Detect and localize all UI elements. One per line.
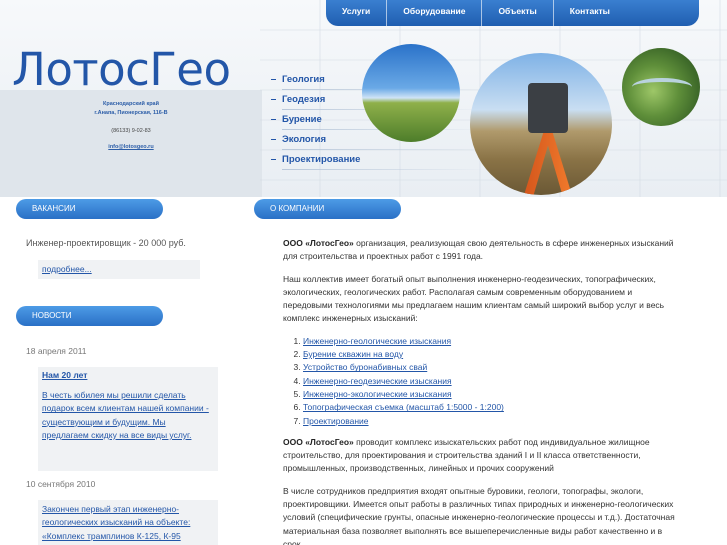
company-address: Краснодарский край г.Анапа, Пионерская, … — [0, 100, 262, 118]
list-item: Топографическая съемка (масштаб 1:5000 -… — [303, 401, 683, 414]
address-street: г.Анапа, Пионерская, 116-В — [94, 110, 168, 116]
nav-contacts[interactable]: Контакты — [554, 0, 626, 26]
list-item: Устройство буронабивных свай — [303, 361, 683, 374]
site-logo[interactable]: ЛотосГео — [12, 44, 231, 96]
news-date: 18 апреля 2011 — [26, 346, 87, 356]
news-title-link[interactable]: Закончен первый этап инженерно-геологиче… — [42, 503, 214, 543]
menu-item-design[interactable]: Проектирование — [268, 150, 488, 170]
list-item: Проектирование — [303, 415, 683, 428]
about-intro: ООО «ЛотосГео» организация, реализующая … — [283, 237, 683, 264]
vacancies-heading[interactable]: ВАКАНСИИ — [16, 199, 163, 219]
news-body-link[interactable]: В честь юбилея мы решили сделать подарок… — [42, 389, 214, 442]
menu-item-ecology[interactable]: Экология — [268, 130, 488, 150]
news-item: Нам 20 лет В честь юбилея мы решили сдел… — [38, 367, 218, 471]
service-link[interactable]: Проектирование — [303, 416, 369, 426]
news-item: Закончен первый этап инженерно-геологиче… — [38, 500, 218, 545]
about-paragraph: ООО «ЛотосГео» проводит комплекс изыскат… — [283, 436, 683, 476]
vacancy-more-link[interactable]: подробнее... — [42, 264, 92, 274]
about-paragraph: В числе сотрудников предприятия входят о… — [283, 485, 675, 545]
top-navigation: Услуги Оборудование Объекты Контакты — [326, 0, 699, 26]
about-paragraph: Наш коллектив имеет богатый опыт выполне… — [283, 273, 665, 324]
nav-objects[interactable]: Объекты — [482, 0, 554, 26]
news-title-link[interactable]: Нам 20 лет — [42, 370, 214, 380]
vacancy-item: Инженер-проектировщик - 20 000 руб. — [26, 238, 186, 248]
theodolite-photo — [470, 53, 612, 195]
address-region: Краснодарский край — [102, 101, 159, 107]
river-shape — [632, 78, 692, 96]
nav-equipment[interactable]: Оборудование — [387, 0, 483, 26]
list-item: Инженерно-экологические изыскания — [303, 388, 683, 401]
company-name: ООО «ЛотосГео» — [283, 436, 354, 447]
service-link[interactable]: Инженерно-геодезические изыскания — [303, 376, 452, 386]
service-link[interactable]: Инженерно-геологические изыскания — [303, 336, 451, 346]
list-item: Инженерно-геодезические изыскания — [303, 375, 683, 388]
service-link[interactable]: Топографическая съемка (масштаб 1:5000 -… — [303, 402, 504, 412]
service-link[interactable]: Бурение скважин на воду — [303, 349, 403, 359]
list-item: Бурение скважин на воду — [303, 348, 683, 361]
company-email-link[interactable]: info@lotosgeo.ru — [0, 144, 262, 150]
service-link[interactable]: Инженерно-экологические изыскания — [303, 389, 452, 399]
news-heading[interactable]: НОВОСТИ — [16, 306, 163, 326]
service-link[interactable]: Устройство буронабивных свай — [303, 362, 427, 372]
news-date: 10 сентября 2010 — [26, 479, 96, 489]
field-photo — [362, 44, 460, 142]
landscape-photo — [622, 48, 700, 126]
theodolite-device — [528, 83, 568, 133]
services-list: Инженерно-геологические изыскания Бурени… — [303, 335, 683, 428]
list-item: Инженерно-геологические изыскания — [303, 335, 683, 348]
company-phone: (86133) 9-02-83 — [111, 128, 151, 134]
company-name: ООО «ЛотосГео» — [283, 238, 354, 248]
nav-services[interactable]: Услуги — [326, 0, 388, 26]
about-heading[interactable]: О КОМПАНИИ — [254, 199, 401, 219]
about-content: ООО «ЛотосГео» организация, реализующая … — [283, 237, 683, 545]
tripod-legs — [524, 133, 572, 195]
